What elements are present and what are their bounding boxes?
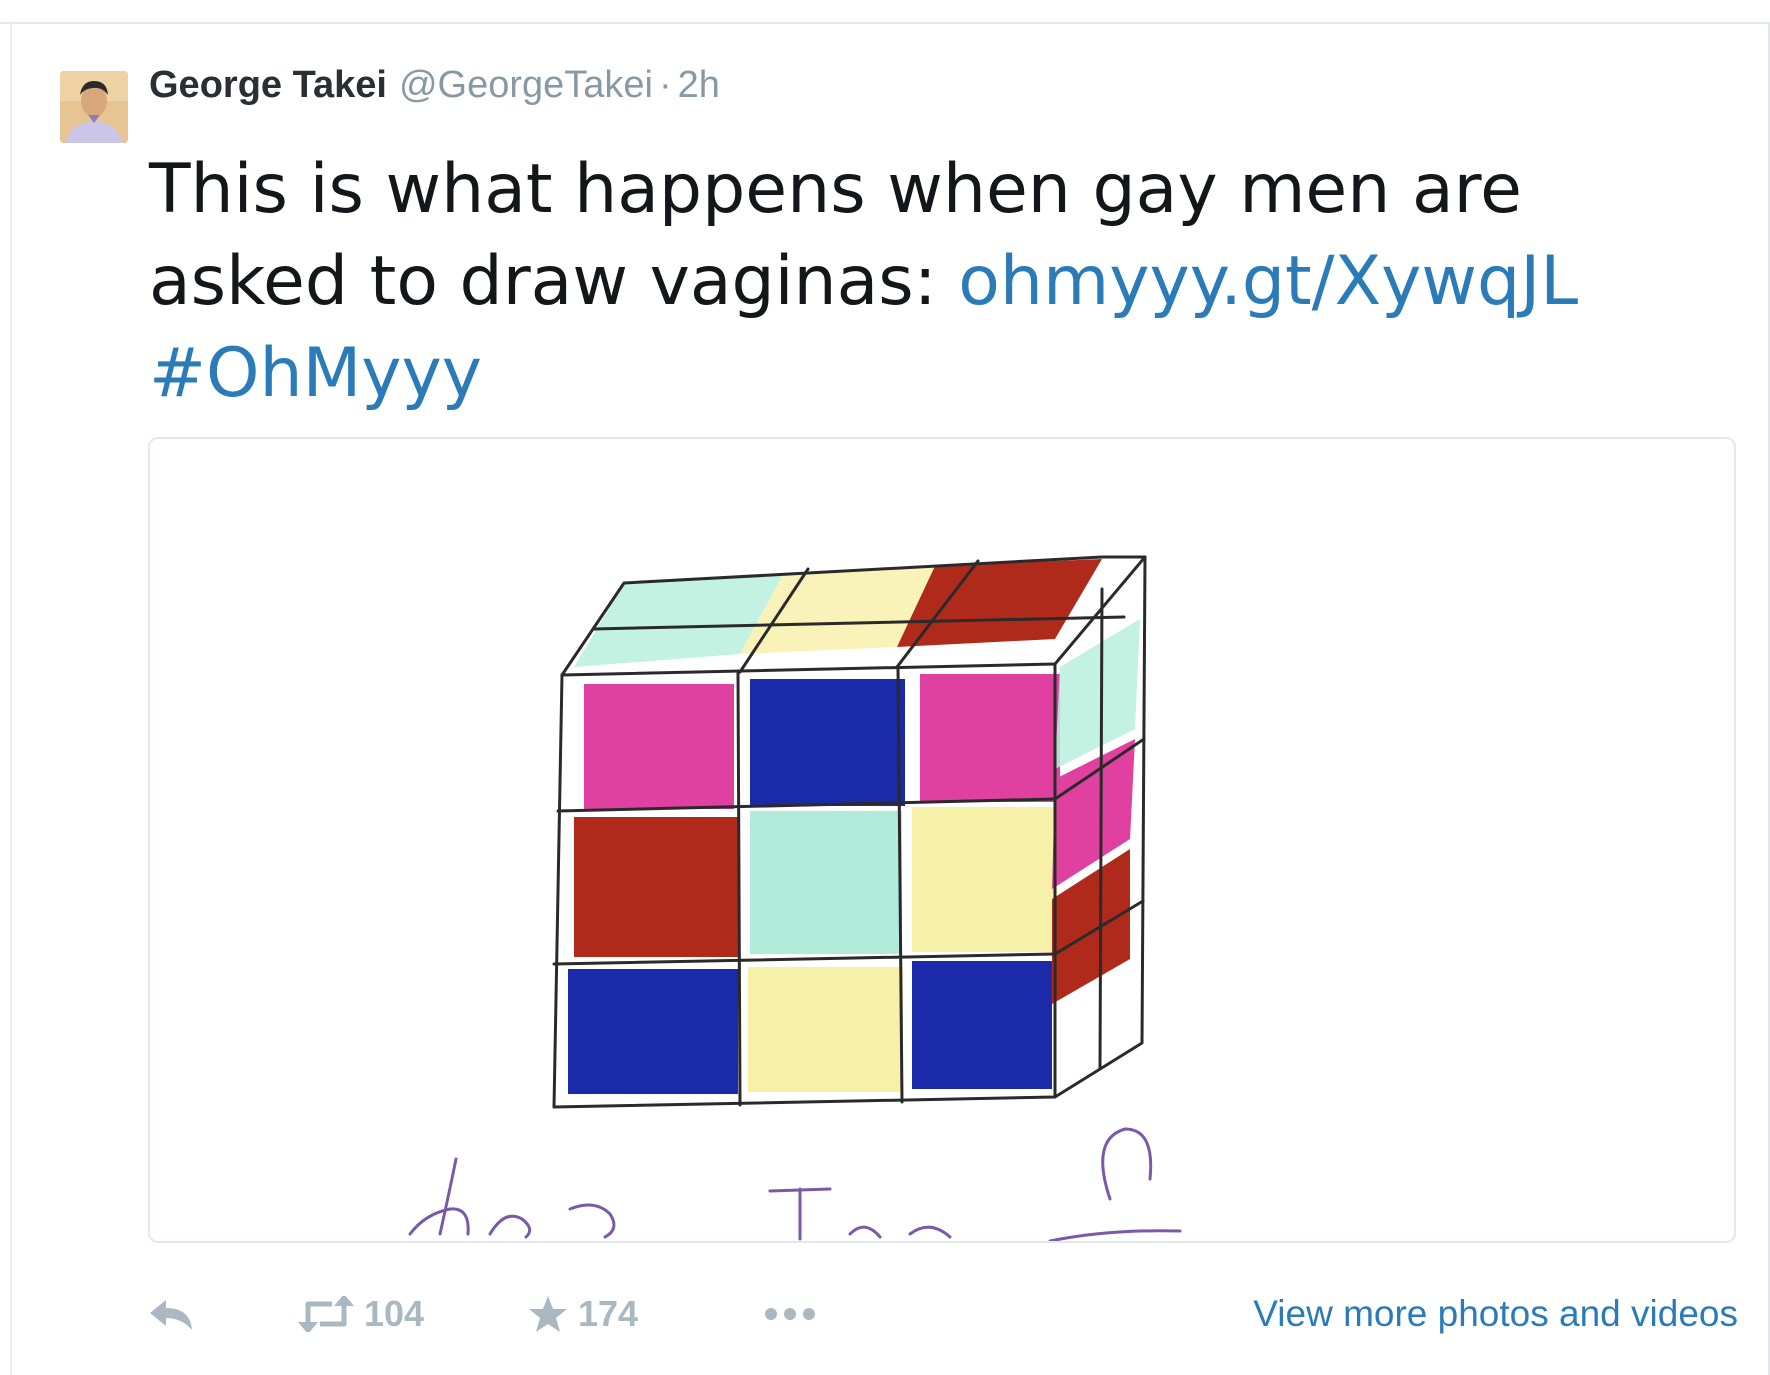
- separator-dot: ·: [659, 64, 672, 106]
- tweet-header: George Takei @GeorgeTakei · 2h: [149, 64, 720, 118]
- favorite-button[interactable]: 174: [528, 1284, 638, 1344]
- timestamp[interactable]: 2h: [678, 64, 720, 107]
- retweet-icon: [298, 1296, 354, 1332]
- tweet-link[interactable]: ohmyyy.gt/XywqJL: [958, 242, 1578, 321]
- rubiks-cube-drawing: [150, 439, 1734, 1241]
- reply-button[interactable]: [148, 1284, 194, 1344]
- tweet[interactable]: George Takei @GeorgeTakei · 2h This is w…: [12, 24, 1768, 1375]
- avatar-photo: [60, 71, 128, 143]
- reply-icon: [150, 1300, 192, 1330]
- tweet-text: This is what happens when gay men are as…: [149, 144, 1729, 420]
- username[interactable]: @GeorgeTakei: [399, 64, 653, 107]
- media-photo[interactable]: [148, 437, 1736, 1243]
- view-more-photos-link[interactable]: View more photos and videos: [1253, 1284, 1738, 1344]
- star-icon: [529, 1296, 567, 1332]
- retweet-button[interactable]: 104: [298, 1284, 424, 1344]
- avatar[interactable]: [60, 71, 128, 143]
- favorite-count: 174: [578, 1293, 639, 1334]
- more-dots-icon: [765, 1308, 815, 1320]
- retweet-count: 104: [364, 1293, 425, 1334]
- fullname[interactable]: George Takei: [149, 64, 387, 107]
- hashtag-link[interactable]: #OhMyyy: [149, 334, 482, 413]
- window-top-border: [0, 0, 1770, 24]
- more-button[interactable]: [763, 1284, 817, 1344]
- tweet-actions: 104 174 View more photos and videos: [148, 1284, 1738, 1344]
